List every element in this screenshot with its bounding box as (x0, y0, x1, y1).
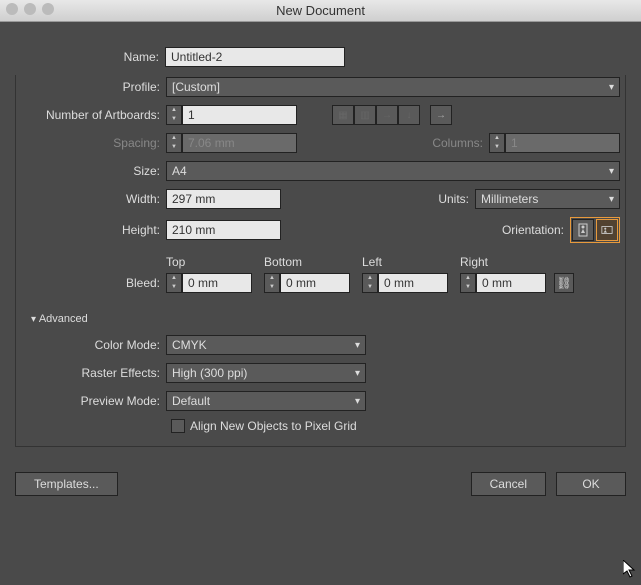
artboards-input[interactable] (182, 105, 297, 125)
grid-by-row-icon: ▦ (332, 105, 354, 125)
ok-button[interactable]: OK (556, 472, 626, 496)
window-controls (6, 3, 54, 15)
portrait-icon (577, 223, 589, 237)
grid-by-col-icon: ▥ (354, 105, 376, 125)
bleed-bottom-stepper[interactable]: ▲▼ (264, 273, 280, 293)
color-mode-label: Color Mode: (21, 338, 166, 352)
spacing-input (182, 133, 297, 153)
titlebar: New Document (0, 0, 641, 22)
arrange-rtl-icon[interactable]: → (430, 105, 452, 125)
close-window-icon[interactable] (6, 3, 18, 15)
align-pixel-label: Align New Objects to Pixel Grid (190, 419, 357, 433)
bleed-left-input[interactable] (378, 273, 448, 293)
bleed-right-label: Right (460, 255, 546, 269)
bleed-bottom-input[interactable] (280, 273, 350, 293)
orientation-portrait-button[interactable] (572, 219, 594, 241)
zoom-window-icon[interactable] (42, 3, 54, 15)
templates-button[interactable]: Templates... (15, 472, 118, 496)
preview-mode-label: Preview Mode: (21, 394, 166, 408)
size-label: Size: (21, 164, 166, 178)
profile-select[interactable]: [Custom] (166, 77, 620, 97)
width-input[interactable] (166, 189, 281, 209)
units-label: Units: (438, 192, 475, 206)
bleed-label: Bleed: (21, 276, 166, 293)
advanced-disclosure[interactable]: Advanced (31, 313, 88, 325)
name-input[interactable] (165, 47, 345, 67)
bleed-bottom-label: Bottom (264, 255, 350, 269)
artboards-label: Number of Artboards: (21, 108, 166, 122)
minimize-window-icon[interactable] (24, 3, 36, 15)
color-mode-select[interactable]: CMYK (166, 335, 366, 355)
bleed-top-input[interactable] (182, 273, 252, 293)
width-label: Width: (21, 192, 166, 206)
name-label: Name: (15, 50, 165, 64)
align-pixel-checkbox[interactable] (171, 419, 185, 433)
preview-mode-select[interactable]: Default (166, 391, 366, 411)
arrange-col-icon: ↓ (398, 105, 420, 125)
mouse-cursor-icon (623, 560, 639, 580)
profile-label: Profile: (21, 80, 166, 94)
columns-input (505, 133, 620, 153)
units-select[interactable]: Millimeters (475, 189, 620, 209)
raster-effects-select[interactable]: High (300 ppi) (166, 363, 366, 383)
orientation-label: Orientation: (502, 223, 570, 237)
cancel-button[interactable]: Cancel (471, 472, 546, 496)
spacing-stepper: ▲▼ (166, 133, 182, 153)
artboards-stepper[interactable]: ▲▼ (166, 105, 182, 125)
columns-stepper: ▲▼ (489, 133, 505, 153)
bleed-left-label: Left (362, 255, 448, 269)
bleed-link-icon[interactable]: ⛓ (554, 273, 574, 293)
height-label: Height: (21, 223, 166, 237)
columns-label: Columns: (432, 136, 489, 150)
size-select[interactable]: A4 (166, 161, 620, 181)
bleed-right-input[interactable] (476, 273, 546, 293)
bleed-right-stepper[interactable]: ▲▼ (460, 273, 476, 293)
window-title: New Document (276, 3, 365, 18)
landscape-icon (601, 223, 613, 237)
raster-effects-label: Raster Effects: (21, 366, 166, 380)
bleed-left-stepper[interactable]: ▲▼ (362, 273, 378, 293)
orientation-landscape-button[interactable] (596, 219, 618, 241)
arrange-row-icon: → (376, 105, 398, 125)
bleed-top-stepper[interactable]: ▲▼ (166, 273, 182, 293)
height-input[interactable] (166, 220, 281, 240)
spacing-label: Spacing: (21, 136, 166, 150)
bleed-top-label: Top (166, 255, 252, 269)
